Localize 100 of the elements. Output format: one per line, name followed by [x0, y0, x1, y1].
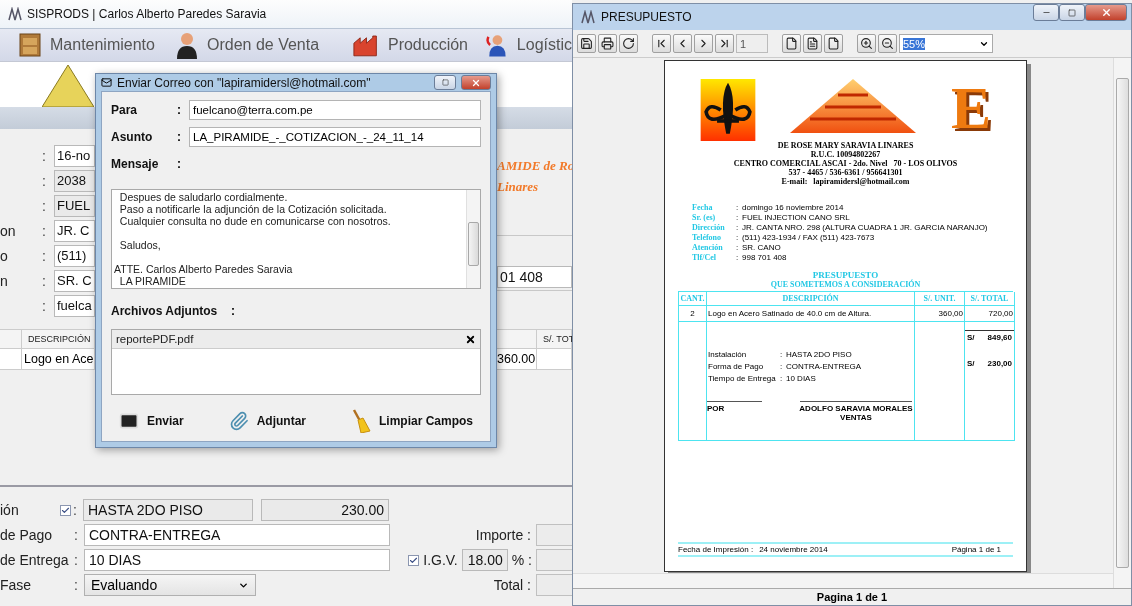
close-icon: [471, 77, 481, 88]
colon: :: [780, 362, 784, 371]
input-field[interactable]: LA_PIRAMIDE_-_COTIZACION_-_24_11_14: [189, 127, 481, 147]
company-info-text: 537 - 4465 / 536-6361 / 956641301: [788, 168, 903, 177]
currency-label: S/: [967, 359, 975, 368]
scrollbar[interactable]: [1113, 58, 1131, 588]
info-label: Dirección: [692, 222, 726, 232]
report-heading: QUE SOMETEMOS A CONSIDERACIÓN: [770, 280, 921, 290]
letter-logo: E: [950, 79, 991, 137]
amount-field[interactable]: 230.00: [261, 499, 389, 521]
term-label: Tiempo de Entrega: [708, 374, 777, 383]
input-field[interactable]: 10 DIAS: [84, 549, 390, 571]
previous-page-button[interactable]: [673, 34, 692, 53]
input-field[interactable]: JR. C: [54, 220, 95, 242]
input-field[interactable]: fuelcano@terra.com.pe: [189, 100, 481, 120]
close-icon: [1100, 7, 1112, 18]
printer-icon: [601, 37, 614, 50]
action-button[interactable]: Adjuntar: [228, 409, 306, 433]
info-label: Fecha: [692, 202, 714, 212]
info-value: FUEL INJECTION CANO SRL: [742, 212, 851, 222]
percent-label: % :: [511, 552, 532, 568]
scrollbar[interactable]: [573, 573, 1113, 588]
restore-button[interactable]: [434, 75, 456, 90]
minimize-button[interactable]: [1033, 4, 1059, 21]
paperclip-icon: [228, 411, 249, 431]
colon: :: [780, 374, 784, 383]
term-value: HASTA 2DO PISO: [786, 350, 853, 359]
zoom-dropdown[interactable]: 55%: [899, 34, 993, 53]
colon: :: [736, 212, 740, 222]
info-label: Tlf/Cel: [692, 252, 717, 262]
page-number-field[interactable]: 1: [736, 34, 768, 53]
field-label: Para: [111, 103, 139, 117]
window-title: SISPRODS | Carlos Alberto Paredes Saravia: [27, 7, 267, 21]
dropdown[interactable]: Evaluando: [84, 574, 256, 596]
maximize-icon: [1068, 8, 1076, 17]
colon: :: [231, 304, 236, 318]
colon: :: [736, 222, 740, 232]
menu-item[interactable]: Logístic: [516, 36, 572, 54]
colon: :: [736, 232, 740, 242]
total-label: Total :: [493, 577, 531, 593]
field-label: Asunto: [111, 130, 154, 144]
save-button[interactable]: [577, 34, 596, 53]
input-field[interactable]: CONTRA-ENTREGA: [84, 524, 390, 546]
term-value: CONTRA-ENTREGA: [786, 362, 863, 371]
menu-item[interactable]: Orden de Venta: [207, 36, 320, 54]
page-button[interactable]: [782, 34, 801, 53]
menu-item[interactable]: Mantenimiento: [50, 36, 155, 54]
checkbox[interactable]: [408, 554, 420, 566]
last-page-button[interactable]: [715, 34, 734, 53]
input-field[interactable]: SR. C: [54, 270, 95, 292]
input-field[interactable]: FUEL: [54, 195, 95, 217]
info-value: (511) 423-1934 / FAX (511) 423-7673: [742, 232, 876, 242]
print-button[interactable]: [598, 34, 617, 53]
field-label: n: [0, 273, 9, 289]
zoom-in-button[interactable]: [857, 34, 876, 53]
next-page-button[interactable]: [694, 34, 713, 53]
colon: :: [41, 298, 47, 314]
person-icon: [175, 31, 199, 59]
first-page-button[interactable]: [652, 34, 671, 53]
action-button[interactable]: Enviar: [119, 409, 184, 433]
info-value: 998 701 408: [742, 252, 788, 262]
subtotal-amount: 849,60: [987, 333, 1012, 342]
whole-page-button[interactable]: [824, 34, 843, 53]
column-header: S/. UNIT.: [915, 292, 965, 306]
cabinet-icon: [18, 32, 42, 58]
term-label: Forma de Pago: [708, 362, 765, 371]
table-cell: Logo en Acero Satinado de 40.0 cm de Altura.: [707, 306, 915, 322]
attachment-item[interactable]: reportePDF.pdf: [116, 333, 194, 345]
input-field[interactable]: (511): [54, 245, 95, 267]
field-label: on: [0, 223, 17, 239]
maximize-button[interactable]: [1059, 4, 1085, 21]
close-icon[interactable]: [465, 333, 476, 345]
menu-item[interactable]: Producción: [387, 36, 468, 54]
input-field[interactable]: 16-no: [54, 145, 95, 167]
zoom-out-button[interactable]: [878, 34, 897, 53]
page-width-button[interactable]: [803, 34, 822, 53]
close-button[interactable]: [461, 75, 491, 90]
input-field[interactable]: fuelca: [54, 295, 95, 317]
print-date: 24 noviembre 2014: [759, 545, 828, 554]
igv-label: I.G.V.: [423, 552, 458, 568]
input-field[interactable]: HASTA 2DO PISO: [83, 499, 253, 521]
phone-field[interactable]: 01 408: [497, 266, 572, 288]
signature-role: VENTAS: [840, 413, 872, 422]
close-button[interactable]: [1085, 4, 1127, 21]
zoom-in-icon: [860, 37, 873, 50]
broom-icon: [350, 409, 371, 433]
total-label: Importe :: [475, 527, 531, 543]
checkbox[interactable]: [60, 504, 71, 516]
text-page-icon: [806, 37, 819, 50]
colon: :: [780, 350, 784, 359]
subtotal-amount: 230,00: [987, 359, 1012, 368]
refresh-button[interactable]: [619, 34, 638, 53]
field-label: ión: [0, 502, 20, 518]
action-button[interactable]: Limpiar Campos: [350, 409, 473, 433]
igv-rate-field[interactable]: 18.00: [461, 549, 508, 571]
colon: :: [41, 273, 47, 289]
restore-icon: [441, 79, 449, 86]
refresh-icon: [622, 37, 635, 50]
input-field[interactable]: 2038: [54, 170, 95, 192]
last-page-icon: [718, 37, 731, 50]
